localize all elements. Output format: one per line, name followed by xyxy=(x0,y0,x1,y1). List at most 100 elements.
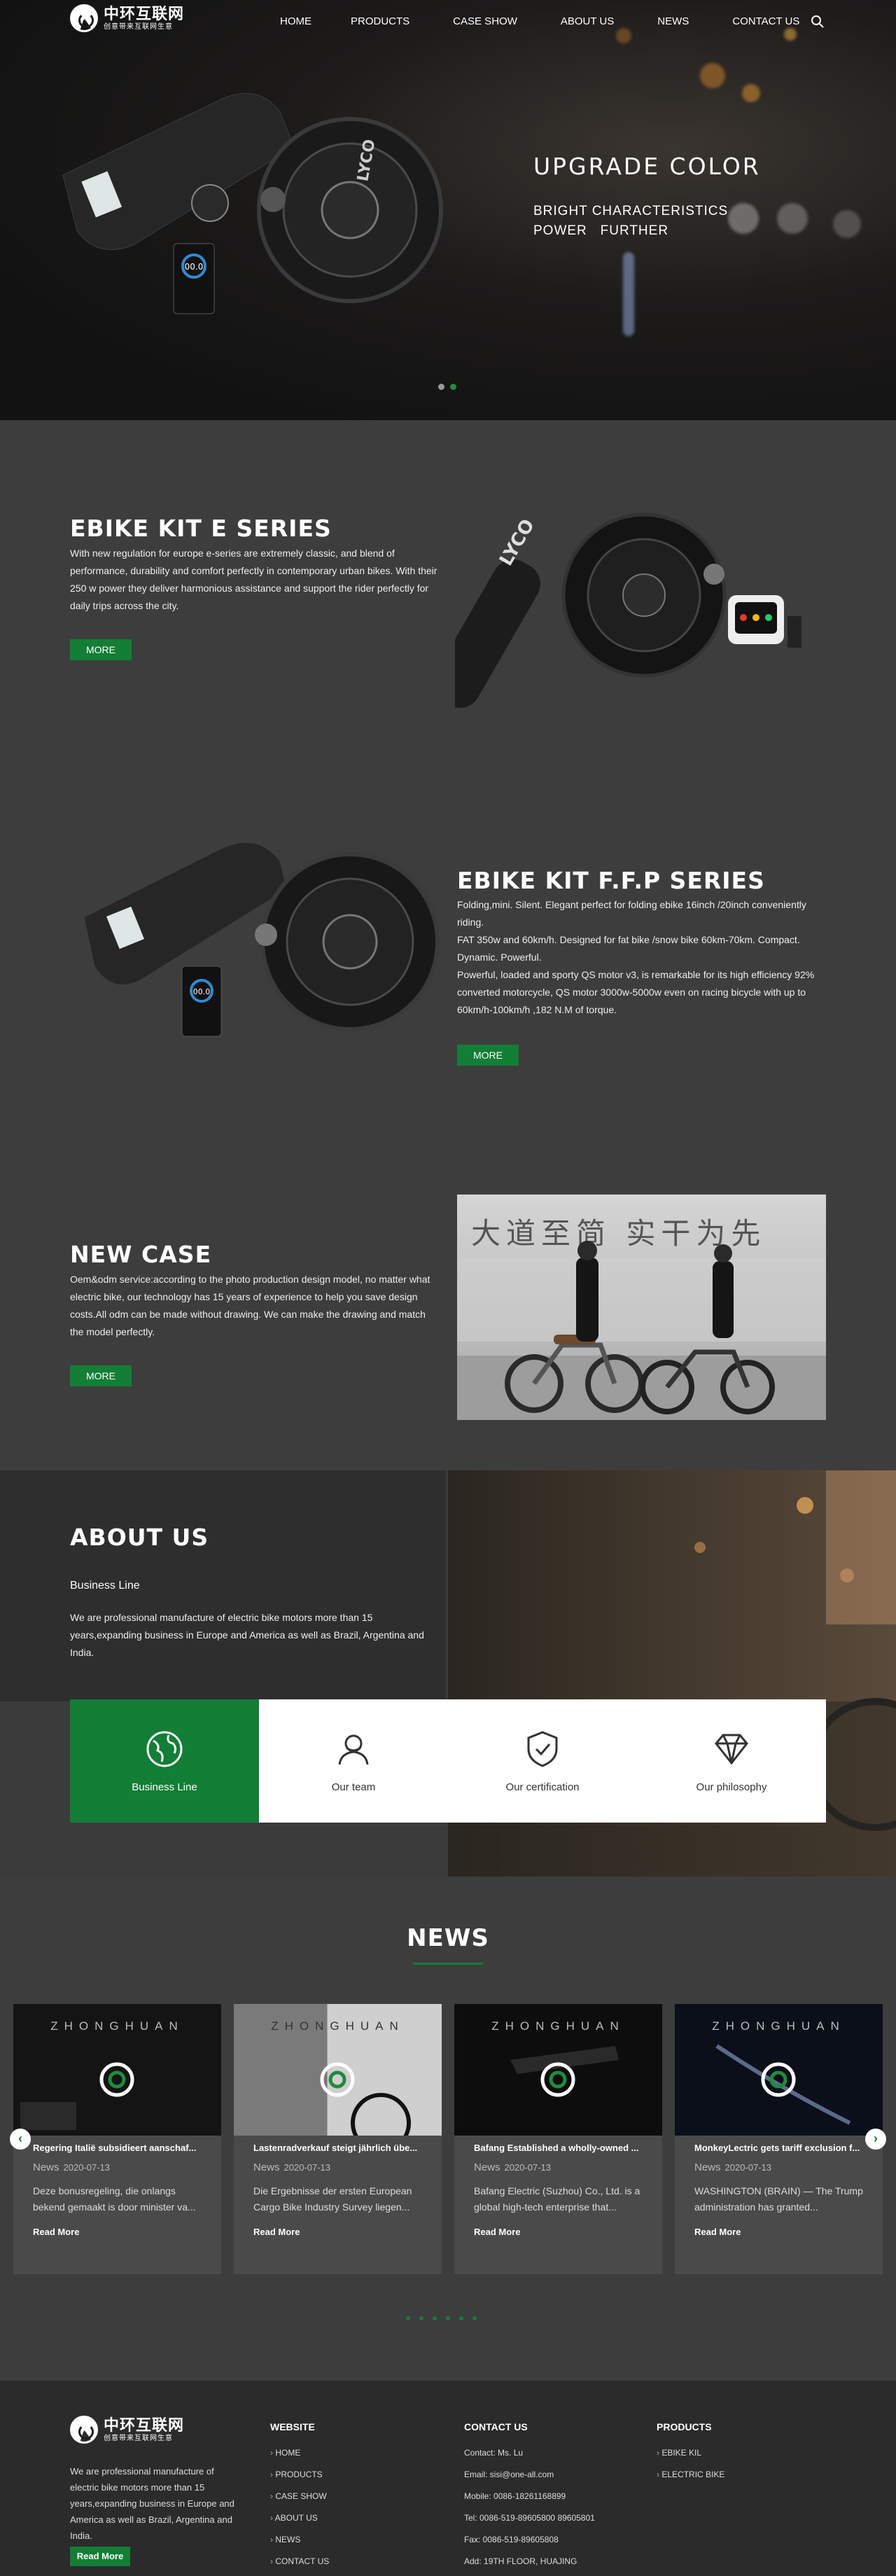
footer-products-column: PRODUCTS EBIKE KIL ELECTRIC BIKE xyxy=(657,2421,724,2491)
footer-about-text: We are professional manufacture of elect… xyxy=(70,2466,234,2541)
ffp-series-kit-image: 00.0 xyxy=(83,842,440,1037)
news-card[interactable]: ZHONGHUAN Lastenradverkauf steigt jährli… xyxy=(234,2004,442,2274)
tab-label: Our team xyxy=(331,1781,376,1793)
tab-business-line[interactable]: Business Line xyxy=(70,1699,259,1823)
carousel-prev-arrow-icon[interactable]: ‹ xyxy=(10,2129,31,2150)
tab-our-certification[interactable]: Our certification xyxy=(448,1699,637,1823)
slider-dot-1[interactable] xyxy=(438,384,444,390)
news-page-dot[interactable] xyxy=(406,2316,410,2320)
about-section: ABOUT US Business Line We are profession… xyxy=(0,1470,896,1877)
nav-case-show[interactable]: CASE SHOW xyxy=(453,15,517,27)
news-card-image: ZHONGHUAN xyxy=(234,2004,442,2136)
new-case-text: Oem&odm service:according to the photo p… xyxy=(70,1274,430,1337)
footer-logo-tagline: 创意带来互联网生意 xyxy=(104,2434,173,2442)
news-card-image: ZHONGHUAN xyxy=(454,2004,662,2136)
news-card-desc: Bafang Electric (Suzhou) Co., Ltd. is a … xyxy=(474,2185,640,2213)
news-card-date: 2020-07-13 xyxy=(284,2162,331,2173)
tab-label: Our certification xyxy=(505,1781,580,1793)
ffp-series-more-button[interactable]: MORE xyxy=(457,1045,519,1066)
ffp-series-title: EBIKE KIT F.F.P SERIES xyxy=(457,867,765,894)
new-case-photo: 大道至简 实干为先 xyxy=(457,1195,826,1420)
news-card-title[interactable]: Bafang Established a wholly-owned ... xyxy=(474,2143,643,2153)
footer-link-home[interactable]: HOME xyxy=(270,2448,329,2470)
footer-contact-title: CONTACT US xyxy=(464,2421,528,2432)
news-pagination-dots xyxy=(406,2316,486,2320)
footer-link-ebike-kil[interactable]: EBIKE KIL xyxy=(657,2448,724,2470)
footer-link-news[interactable]: NEWS xyxy=(270,2535,329,2556)
footer-link-contact-us[interactable]: CONTACT US xyxy=(270,2556,329,2576)
e-series-more-button[interactable]: MORE xyxy=(70,639,132,660)
about-subtitle: Business Line xyxy=(70,1580,140,1592)
footer-logo-name: 中环互联网 xyxy=(104,2416,185,2435)
news-title-underline xyxy=(413,1963,483,1965)
about-text: We are professional manufacture of elect… xyxy=(70,1612,424,1658)
news-card-title[interactable]: Regering Italië subsidieert aanschaf... xyxy=(33,2143,202,2153)
nav-contact-us[interactable]: CONTACT US xyxy=(732,15,799,27)
footer-link-about-us[interactable]: ABOUT US xyxy=(270,2513,329,2535)
logo-tagline: 创意带来互联网生意 xyxy=(104,22,173,31)
new-case-more-button[interactable]: MORE xyxy=(70,1365,132,1386)
carousel-next-arrow-icon[interactable]: › xyxy=(865,2129,886,2150)
hero-slider-dots xyxy=(438,384,462,390)
news-card-image: ZHONGHUAN xyxy=(13,2004,221,2136)
news-card-date: 2020-07-13 xyxy=(724,2162,772,2173)
ffp-series-line-2: FAT 350w and 60km/h. Designed for fat bi… xyxy=(457,934,800,963)
news-card-meta: News 2020-07-13 xyxy=(694,2161,772,2173)
news-card-date: 2020-07-13 xyxy=(504,2162,552,2173)
e-series-title: EBIKE KIT E SERIES xyxy=(70,515,332,542)
footer-link-products[interactable]: PRODUCTS xyxy=(270,2470,329,2491)
news-card-desc: Die Ergebnisse der ersten European Cargo… xyxy=(253,2185,412,2213)
footer-link-case-show[interactable]: CASE SHOW xyxy=(270,2491,329,2513)
news-card-read-more[interactable]: Read More xyxy=(253,2227,422,2237)
svg-text:00.0: 00.0 xyxy=(193,987,211,996)
news-card-image: ZHONGHUAN xyxy=(675,2004,883,2136)
ffp-series-line-3: Powerful, loaded and sporty QS motor v3,… xyxy=(457,969,815,1015)
news-card-read-more[interactable]: Read More xyxy=(694,2227,863,2237)
news-page-dot[interactable] xyxy=(472,2316,477,2320)
globe-icon xyxy=(146,1731,183,1767)
news-card-date: 2020-07-13 xyxy=(63,2162,111,2173)
news-card-read-more[interactable]: Read More xyxy=(33,2227,202,2237)
svg-text:LYCO: LYCO xyxy=(496,515,539,569)
tab-our-team[interactable]: Our team xyxy=(259,1699,448,1823)
footer-link-electric-bike[interactable]: ELECTRIC BIKE xyxy=(657,2470,724,2491)
news-card-meta: News 2020-07-13 xyxy=(474,2161,552,2173)
news-card-title[interactable]: Lastenradverkauf steigt jährlich übe... xyxy=(253,2143,422,2153)
news-card[interactable]: ZHONGHUAN Regering Italië subsidieert aa… xyxy=(13,2004,221,2274)
footer-read-more-button[interactable]: Read More xyxy=(70,2547,130,2566)
tab-our-philosophy[interactable]: Our philosophy xyxy=(637,1699,826,1823)
news-page-dot[interactable] xyxy=(433,2316,437,2320)
nav-about-us[interactable]: ABOUT US xyxy=(561,15,614,27)
slider-dot-2[interactable] xyxy=(450,384,456,390)
news-page-dot[interactable] xyxy=(419,2316,424,2320)
footer-contact-email[interactable]: Email: sisi@one-all.com xyxy=(464,2470,595,2491)
shield-check-icon xyxy=(527,1730,558,1767)
nav-home[interactable]: HOME xyxy=(280,15,312,27)
footer-contact-line: Add: 19TH FLOOR, HUAJING xyxy=(464,2556,578,2566)
news-card[interactable]: ZHONGHUAN Bafang Established a wholly-ow… xyxy=(454,2004,662,2274)
news-card-meta: News 2020-07-13 xyxy=(253,2161,331,2173)
footer-contact-line: Fax: 0086-519-89605808 xyxy=(464,2535,559,2544)
site-header: 中环互联网 创意带来互联网生意 HOME PRODUCTS CASE SHOW … xyxy=(0,0,896,45)
nav-news[interactable]: NEWS xyxy=(657,15,689,27)
hero-sub-2: POWER FURTHER xyxy=(533,223,669,238)
hero-banner: 00.0 LYCO UPGRADE COLOR BRIGHT CHARACTER… xyxy=(0,0,896,420)
news-card-meta: News 2020-07-13 xyxy=(33,2161,111,2173)
news-carousel: ZHONGHUAN Regering Italië subsidieert aa… xyxy=(13,2004,883,2274)
footer-products-title: PRODUCTS xyxy=(657,2421,712,2432)
about-title: ABOUT US xyxy=(70,1524,209,1551)
site-logo[interactable]: 中环互联网 创意带来互联网生意 xyxy=(70,4,184,32)
news-card-title[interactable]: MonkeyLectric gets tariff exclusion f... xyxy=(694,2143,863,2153)
search-icon[interactable] xyxy=(811,15,825,29)
team-icon xyxy=(338,1734,369,1764)
main-nav: HOME PRODUCTS CASE SHOW ABOUT US NEWS CO… xyxy=(280,15,843,27)
footer-logo[interactable]: 中环互联网 创意带来互联网生意 xyxy=(70,2416,184,2444)
news-card[interactable]: ZHONGHUAN MonkeyLectric gets tariff excl… xyxy=(675,2004,883,2274)
hero-subline: BRIGHT CHARACTERISTICS POWER FURTHER xyxy=(533,202,728,241)
nav-products[interactable]: PRODUCTS xyxy=(351,15,410,27)
news-page-dot[interactable] xyxy=(459,2316,463,2320)
diamond-icon xyxy=(715,1734,748,1764)
page: 中环互联网 创意带来互联网生意 HOME PRODUCTS CASE SHOW … xyxy=(0,0,896,2576)
news-card-read-more[interactable]: Read More xyxy=(474,2227,643,2237)
news-page-dot[interactable] xyxy=(446,2316,450,2320)
